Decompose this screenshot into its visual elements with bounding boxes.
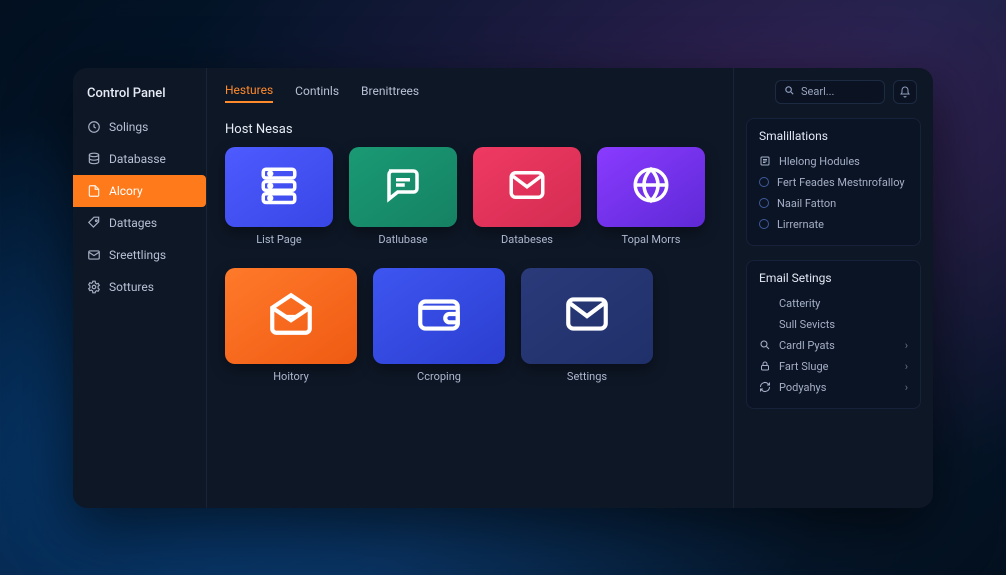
email-settings-box: Email Setings Catterity Sull Sevicts Cardl… (746, 260, 921, 409)
notifications-box: Smalillations Hlelong Hodules Fert Feades… (746, 118, 921, 246)
database-icon (87, 152, 101, 166)
tab-hestures[interactable]: Hestures (225, 83, 273, 103)
card-label: Settings (567, 370, 607, 383)
main-area: Hestures Continls Brenittrees Host Nesas L… (207, 68, 733, 508)
globe-icon (630, 164, 672, 210)
search-icon (759, 339, 771, 351)
sidebar-item-label: Sreettlings (109, 248, 166, 262)
notification-label: Hlelong Hodules (779, 155, 860, 168)
file-icon (87, 184, 101, 198)
card-label: List Page (256, 233, 301, 246)
search-input[interactable]: Searl... (775, 80, 885, 104)
sidebar-item-label: Alcory (109, 184, 143, 198)
clock-icon (87, 120, 101, 134)
sidebar-item-label: Solings (109, 120, 148, 134)
email-setting-item[interactable]: Catterity (759, 293, 908, 314)
sidebar-title: Control Panel (73, 78, 206, 111)
mail-icon (87, 248, 101, 262)
notification-label: Fert Feades Mestnrofalloy (777, 176, 905, 189)
card-topal-morrs: Topal Morrs (597, 147, 705, 246)
tab-bar: Hestures Continls Brenittrees (225, 78, 715, 108)
card-databeses: Databeses (473, 147, 581, 246)
notification-item[interactable]: Hlelong Hodules (759, 151, 908, 172)
chevron-right-icon: › (905, 381, 908, 394)
card-tile[interactable] (225, 147, 333, 227)
card-tile[interactable] (373, 268, 505, 364)
section-title: Host Nesas (225, 122, 715, 137)
sidebar-item-label: Sottures (109, 280, 154, 294)
card-grid-row1: List Page Datlubase Databeses Topal Morrs (225, 147, 715, 246)
card-tile[interactable] (521, 268, 653, 364)
notifications-title: Smalillations (759, 129, 908, 143)
card-label: Datlubase (378, 233, 427, 246)
sidebar-item-databasse[interactable]: Databasse (73, 143, 206, 175)
radio-icon (759, 177, 769, 187)
chevron-right-icon: › (905, 339, 908, 352)
sidebar-item-label: Databasse (109, 152, 166, 166)
envelope-icon (506, 164, 548, 210)
email-setting-label: Cardl Pyats (779, 339, 835, 352)
sidebar-item-dattages[interactable]: Dattages (73, 207, 206, 239)
refresh-icon (759, 381, 771, 393)
card-tile[interactable] (349, 147, 457, 227)
tab-continls[interactable]: Continls (295, 84, 339, 102)
email-settings-title: Email Setings (759, 271, 908, 285)
card-tile[interactable] (473, 147, 581, 227)
email-setting-label: Sull Sevicts (779, 318, 835, 331)
card-tile[interactable] (597, 147, 705, 227)
email-setting-item[interactable]: Sull Sevicts (759, 314, 908, 335)
email-setting-item[interactable]: Podyahys › (759, 377, 908, 398)
card-label: Topal Morrs (622, 233, 681, 246)
email-setting-label: Podyahys (779, 381, 826, 394)
sidebar-item-label: Dattages (109, 216, 157, 230)
search-placeholder: Searl... (801, 85, 834, 98)
chat-icon (382, 164, 424, 210)
envelope-icon (562, 289, 612, 343)
card-grid-row2: Hoitory Ccroping Settings (225, 268, 715, 383)
radio-icon (759, 198, 769, 208)
notification-label: Naail Fatton (777, 197, 836, 210)
wallet-icon (414, 289, 464, 343)
card-settings: Settings (521, 268, 653, 383)
email-setting-label: Catterity (779, 297, 820, 310)
mail-open-icon (266, 289, 316, 343)
card-hoitory: Hoitory (225, 268, 357, 383)
card-ccroping: Ccroping (373, 268, 505, 383)
control-panel-window: Control Panel Solings Databasse Alcory Datt… (73, 68, 933, 508)
search-area: Searl... (775, 80, 917, 104)
radio-icon (759, 219, 769, 229)
server-icon (258, 164, 300, 210)
card-label: Databeses (501, 233, 553, 246)
card-list-page: List Page (225, 147, 333, 246)
sidebar-item-solings[interactable]: Solings (73, 111, 206, 143)
email-setting-item[interactable]: Fart Sluge › (759, 356, 908, 377)
card-datlubase: Datlubase (349, 147, 457, 246)
tag-icon (87, 216, 101, 230)
tab-brenittrees[interactable]: Brenittrees (361, 84, 419, 102)
chevron-right-icon: › (905, 360, 908, 373)
notification-item[interactable]: Naail Fatton (759, 193, 908, 214)
notification-label: Lirrernate (777, 218, 824, 231)
notification-item[interactable]: Lirrernate (759, 214, 908, 235)
right-column: Smalillations Hlelong Hodules Fert Feades… (733, 68, 933, 508)
lock-icon (759, 360, 771, 372)
email-setting-item[interactable]: Cardl Pyats › (759, 335, 908, 356)
sidebar: Control Panel Solings Databasse Alcory Datt… (73, 68, 207, 508)
card-label: Hoitory (273, 370, 309, 383)
notifications-button[interactable] (893, 80, 917, 104)
card-label: Ccroping (417, 370, 461, 383)
gear-icon (87, 280, 101, 294)
sidebar-item-sottures[interactable]: Sottures (73, 271, 206, 303)
sidebar-item-sreettlings[interactable]: Sreettlings (73, 239, 206, 271)
list-icon (759, 155, 771, 167)
sidebar-item-alcory[interactable]: Alcory (73, 175, 206, 207)
card-tile[interactable] (225, 268, 357, 364)
email-setting-label: Fart Sluge (779, 360, 828, 373)
search-icon (784, 85, 795, 99)
notification-item[interactable]: Fert Feades Mestnrofalloy (759, 172, 908, 193)
